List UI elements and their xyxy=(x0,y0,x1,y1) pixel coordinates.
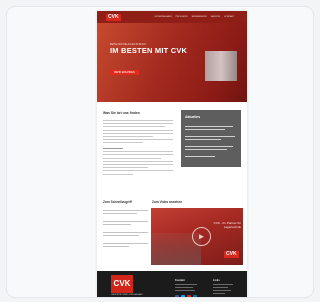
intro-paragraph xyxy=(103,120,173,146)
footer-links-title: Links xyxy=(213,279,220,282)
video-caption: CVK - Ihr Partner für Lagertechnik xyxy=(213,221,241,229)
video-logo: CVK xyxy=(224,251,239,258)
hero-banner: BEHALTEN SIE ALLES IM BLICK IM BESTEN MI… xyxy=(97,23,247,102)
site-logo[interactable]: CVK xyxy=(106,13,121,21)
intro-paragraph-2 xyxy=(103,148,173,177)
footer-contact-title: Kontakt xyxy=(175,279,185,282)
play-icon[interactable]: ► xyxy=(192,227,211,246)
intro-heading: Was Sie bei uns finden xyxy=(103,111,140,115)
facebook-icon[interactable] xyxy=(175,295,179,297)
intro-section: Was Sie bei uns finden Aktuelles xyxy=(97,102,247,186)
footer-tagline: LAGERTECHNIK & REGALBAU xyxy=(111,294,143,296)
youtube-icon[interactable] xyxy=(187,295,191,297)
quick-links-list xyxy=(103,210,148,249)
lower-section: Zum Schnellzugriff Zum Video ansehen ► C… xyxy=(97,186,247,271)
footer-logo: CVK xyxy=(111,275,133,293)
main-nav: UNTERNEHMEN PRODUKTE REFERENZEN SERVICE … xyxy=(155,16,235,19)
linkedin-icon[interactable] xyxy=(193,295,197,297)
hero-product-image xyxy=(205,51,237,81)
nav-item-referenzen[interactable]: REFERENZEN xyxy=(192,16,207,19)
video-player[interactable]: ► CVK - Ihr Partner für Lagertechnik CVK xyxy=(151,208,243,265)
links-section-title: Zum Schnellzugriff xyxy=(103,200,132,204)
social-links xyxy=(175,295,197,297)
preview-card: CVK UNTERNEHMEN PRODUKTE REFERENZEN SERV… xyxy=(6,6,314,298)
nav-item-unternehmen[interactable]: UNTERNEHMEN xyxy=(155,16,172,19)
info-box-title: Aktuelles xyxy=(185,115,201,119)
hero-title: IM BESTEN MIT CVK xyxy=(110,46,188,55)
nav-item-service[interactable]: SERVICE xyxy=(211,16,221,19)
site-header: CVK UNTERNEHMEN PRODUKTE REFERENZEN SERV… xyxy=(97,11,247,23)
hero-cta-button[interactable]: MEHR ERFAHREN xyxy=(110,70,139,75)
twitter-icon[interactable] xyxy=(181,295,185,297)
video-section-title: Zum Video ansehen xyxy=(152,200,183,204)
footer-link-lines xyxy=(213,284,233,296)
nav-item-produkte[interactable]: PRODUKTE xyxy=(176,16,188,19)
nav-item-kontakt[interactable]: KONTAKT xyxy=(224,16,234,19)
website-preview: CVK UNTERNEHMEN PRODUKTE REFERENZEN SERV… xyxy=(97,11,247,297)
site-footer: CVK LAGERTECHNIK & REGALBAU Kontakt Link… xyxy=(97,271,247,297)
info-box: Aktuelles xyxy=(181,110,241,167)
footer-contact-lines xyxy=(175,284,197,293)
